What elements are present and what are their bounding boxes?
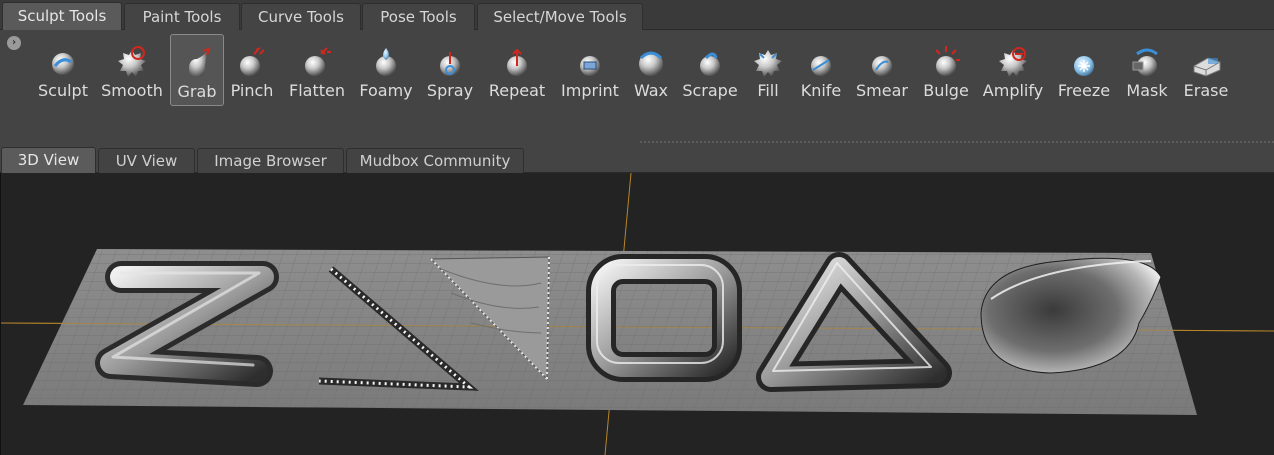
tool-imprint[interactable]: Imprint: [558, 34, 622, 106]
tool-bulge[interactable]: Bulge: [920, 34, 972, 106]
tool-label: Wax: [633, 81, 669, 100]
view-tab-bar: 3D View UV View Image Browser Mudbox Com…: [0, 146, 1274, 173]
tool-label: Grab: [177, 82, 217, 101]
tool-flatten[interactable]: Flatten: [288, 34, 346, 106]
tab-mudbox-community[interactable]: Mudbox Community: [346, 148, 524, 173]
tool-label: Amplify: [982, 81, 1044, 100]
tool-label: Mask: [1126, 81, 1168, 100]
freeze-icon: [1074, 56, 1094, 76]
tool-grab[interactable]: Grab: [170, 34, 224, 106]
tool-smooth[interactable]: Smooth: [100, 34, 164, 106]
tool-label: Pinch: [230, 81, 274, 100]
tray-collapse-button[interactable]: ›: [7, 36, 21, 50]
repeat-icon: [507, 48, 527, 76]
imprint-icon: [580, 56, 600, 76]
flatten-icon: [305, 47, 331, 76]
tab-uv-view[interactable]: UV View: [98, 148, 195, 173]
tool-freeze[interactable]: Freeze: [1056, 34, 1112, 106]
grab-icon: [189, 47, 211, 77]
tab-paint-tools[interactable]: Paint Tools: [124, 3, 240, 30]
sculpt-icon: [52, 53, 74, 75]
tool-label: Scrape: [682, 81, 738, 100]
tool-scrape[interactable]: Scrape: [682, 34, 738, 106]
tool-spray[interactable]: Spray: [425, 34, 475, 106]
pinch-icon: [240, 47, 265, 76]
sculpted-plane-scene: [1, 173, 1274, 455]
tool-wax[interactable]: Wax: [628, 34, 674, 106]
tool-label: Sculpt: [38, 81, 88, 100]
tool-knife[interactable]: Knife: [798, 34, 844, 106]
tab-curve-tools[interactable]: Curve Tools: [241, 3, 361, 30]
tool-tab-bar: Sculpt Tools Paint Tools Curve Tools Pos…: [0, 0, 1274, 30]
tool-foamy[interactable]: Foamy: [358, 34, 414, 106]
fill-icon: [754, 50, 782, 77]
tool-amplify[interactable]: Amplify: [982, 34, 1044, 106]
tool-label: Fill: [757, 81, 779, 100]
tool-label: Freeze: [1057, 81, 1111, 100]
tool-smear[interactable]: Smear: [856, 34, 908, 106]
tab-sculpt-tools[interactable]: Sculpt Tools: [2, 2, 122, 30]
erase-icon: [1193, 57, 1221, 77]
tray-separator: [640, 141, 1274, 143]
tool-label: Foamy: [359, 81, 413, 100]
smear-icon: [872, 56, 892, 76]
tool-label: Erase: [1183, 81, 1229, 100]
tab-image-browser[interactable]: Image Browser: [197, 148, 344, 173]
tool-label: Knife: [800, 81, 842, 100]
tool-mask[interactable]: Mask: [1122, 34, 1172, 106]
spray-icon: [440, 52, 460, 76]
wax-icon: [639, 51, 663, 76]
tool-sculpt[interactable]: Sculpt: [34, 34, 92, 106]
tool-label: Flatten: [289, 81, 345, 100]
foamy-icon: [376, 48, 396, 76]
sculpt-tool-tray: › Sculpt Smooth Grab Pinch Flatten Foamy…: [0, 30, 1274, 146]
tool-label: Smear: [856, 81, 908, 100]
mask-icon: [1132, 48, 1158, 76]
tab-select-move-tools[interactable]: Select/Move Tools: [477, 3, 643, 30]
amplify-icon: [999, 47, 1027, 77]
scrape-icon: [700, 52, 720, 76]
tool-repeat[interactable]: Repeat: [486, 34, 548, 106]
tool-label: Repeat: [488, 81, 546, 100]
tool-label: Imprint: [561, 81, 619, 100]
tab-pose-tools[interactable]: Pose Tools: [362, 3, 475, 30]
knife-icon: [811, 56, 831, 76]
tab-3d-view[interactable]: 3D View: [1, 147, 96, 173]
tool-fill[interactable]: Fill: [748, 34, 788, 106]
tool-erase[interactable]: Erase: [1180, 34, 1232, 106]
tool-label: Smooth: [101, 81, 163, 100]
3d-viewport[interactable]: [0, 173, 1274, 455]
smooth-icon: [118, 46, 146, 77]
tool-label: Spray: [426, 81, 474, 100]
bulge-icon: [935, 46, 960, 76]
tool-label: Bulge: [923, 81, 969, 100]
tool-pinch[interactable]: Pinch: [228, 34, 276, 106]
